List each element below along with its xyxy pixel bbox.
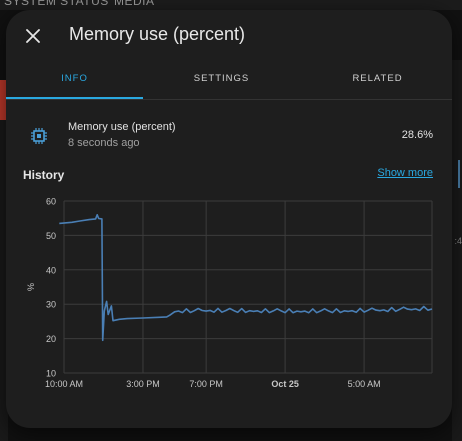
y-tick-label: 10 xyxy=(46,369,56,379)
history-title: History xyxy=(23,168,65,182)
background-column-right xyxy=(452,60,462,441)
x-tick-label: 7:00 PM xyxy=(189,379,223,389)
close-button[interactable] xyxy=(20,23,46,49)
tab-settings[interactable]: SETTINGS xyxy=(153,66,290,98)
x-tick-label: 10:00 AM xyxy=(45,379,83,389)
y-tick-label: 50 xyxy=(46,231,56,241)
entity-name: Memory use (percent) xyxy=(68,121,176,133)
close-icon xyxy=(26,29,40,43)
entity-state-value: 28.6% xyxy=(401,129,433,141)
tab-indicator xyxy=(6,97,143,99)
dialog-header: Memory use (percent) xyxy=(6,10,452,62)
x-tick-label: 5:00 AM xyxy=(348,379,381,389)
y-axis-label: % xyxy=(26,283,36,291)
memory-chip-icon xyxy=(31,128,47,144)
dialog-title: Memory use (percent) xyxy=(69,24,246,44)
tab-info[interactable]: INFO xyxy=(6,66,143,98)
dialog-tabs: INFO SETTINGS RELATED xyxy=(6,66,452,100)
history-chart[interactable]: 10 20 30 40 50 60 10:00 AM 3:00 PM 7:00 PM Oct 25… xyxy=(6,190,452,396)
entity-last-changed: 8 seconds ago xyxy=(68,137,140,149)
y-tick-label: 30 xyxy=(46,300,56,310)
background-tab-system-status: SYSTEM STATUS xyxy=(4,0,109,8)
tab-related[interactable]: RELATED xyxy=(309,66,446,98)
show-more-link[interactable]: Show more xyxy=(377,167,433,179)
x-tick-label: 3:00 PM xyxy=(126,379,160,389)
background-sparkline xyxy=(458,160,460,188)
y-tick-label: 20 xyxy=(46,334,56,344)
entity-row[interactable]: Memory use (percent) 8 seconds ago 28.6% xyxy=(6,114,452,156)
x-tick-label: Oct 25 xyxy=(271,379,299,389)
series-line xyxy=(59,214,433,342)
y-tick-label: 60 xyxy=(46,197,56,207)
background-text: :4 xyxy=(454,236,462,246)
more-info-dialog: Memory use (percent) INFO SETTINGS RELAT… xyxy=(6,10,452,428)
y-tick-label: 40 xyxy=(46,265,56,275)
background-tab-media: MEDIA xyxy=(114,0,155,8)
